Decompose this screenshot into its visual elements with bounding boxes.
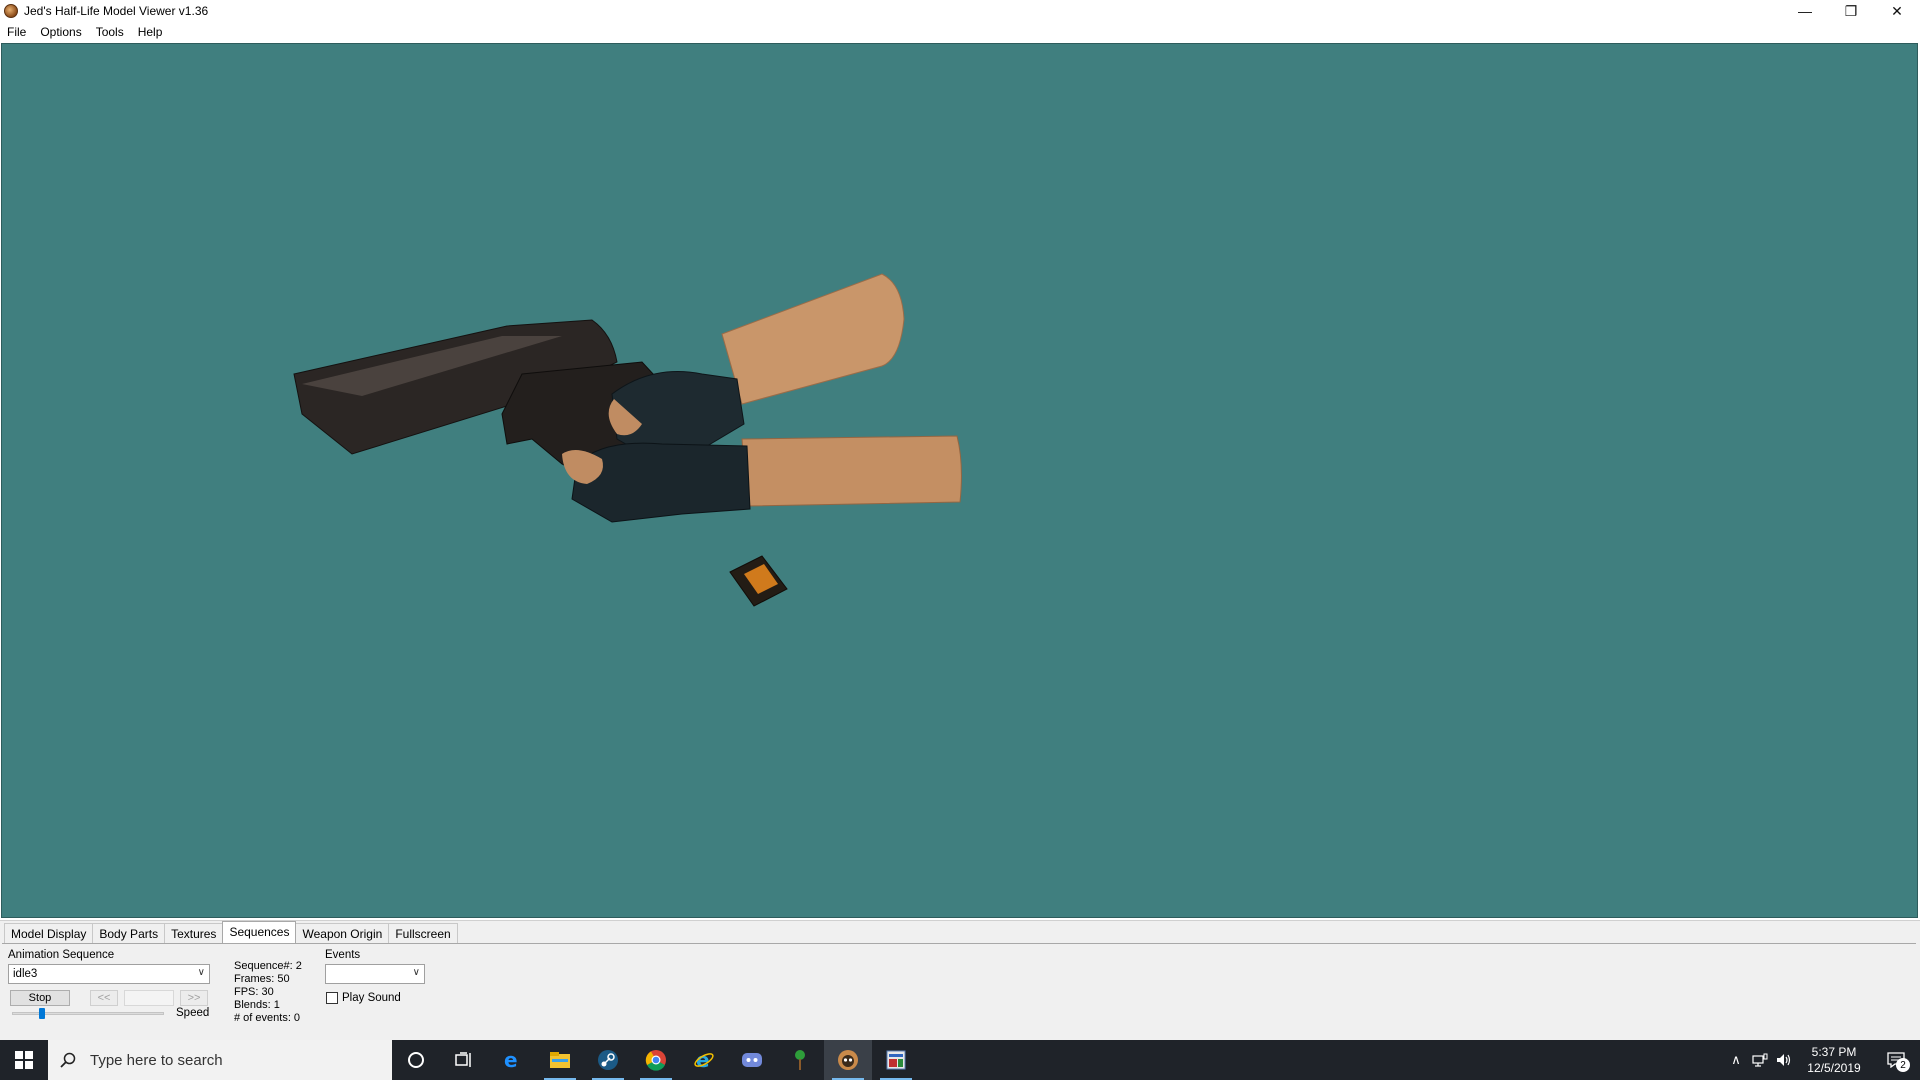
- control-panel: Model Display Body Parts Textures Sequen…: [0, 920, 1920, 1040]
- fps-text: FPS: 30: [234, 986, 274, 998]
- model-render: [293, 273, 962, 607]
- tab-weapon-origin[interactable]: Weapon Origin: [295, 923, 390, 943]
- stop-button[interactable]: Stop: [10, 990, 70, 1006]
- tab-model-display[interactable]: Model Display: [4, 923, 94, 943]
- taskbar-clock[interactable]: 5:37 PM 12/5/2019: [1796, 1044, 1872, 1076]
- menu-tools[interactable]: Tools: [89, 25, 131, 39]
- lower-forearm: [741, 435, 962, 507]
- frames-text: Frames: 50: [234, 973, 290, 985]
- internet-explorer-icon[interactable]: e: [680, 1040, 728, 1080]
- volume-icon[interactable]: [1772, 1040, 1796, 1080]
- windows-logo-icon: [15, 1051, 33, 1069]
- chevron-down-icon: ∨: [197, 967, 205, 978]
- restore-button[interactable]: ❐: [1828, 0, 1874, 22]
- svg-text:e: e: [504, 1049, 518, 1071]
- tree-app-icon[interactable]: [776, 1040, 824, 1080]
- chevron-down-icon: ∨: [412, 967, 420, 978]
- menu-help[interactable]: Help: [131, 25, 170, 39]
- tab-fullscreen[interactable]: Fullscreen: [388, 923, 458, 943]
- upper-forearm: [721, 273, 905, 405]
- hlmv-icon[interactable]: [824, 1040, 872, 1080]
- app-window: Jed's Half-Life Model Viewer v1.36 — ❐ ✕…: [0, 0, 1920, 1040]
- search-icon: [60, 1052, 76, 1068]
- events-label: Events: [325, 949, 361, 961]
- start-button[interactable]: [0, 1040, 48, 1080]
- discord-icon[interactable]: [728, 1040, 776, 1080]
- events-count-text: # of events: 0: [234, 1012, 301, 1024]
- frame-field[interactable]: [124, 990, 174, 1006]
- control-panel-icon[interactable]: [872, 1040, 920, 1080]
- ammo-pickup: [729, 555, 788, 607]
- blends-text: Blends: 1: [234, 999, 280, 1011]
- next-frame-button[interactable]: >>: [180, 990, 208, 1006]
- speed-slider-thumb[interactable]: [39, 1008, 46, 1019]
- lower-glove: [571, 442, 751, 523]
- model-viewport[interactable]: [1, 43, 1918, 918]
- taskbar-search[interactable]: Type here to search: [48, 1040, 392, 1080]
- tab-strip: Model Display Body Parts Textures Sequen…: [4, 921, 458, 943]
- play-sound-checkbox[interactable]: [326, 992, 338, 1004]
- search-placeholder: Type here to search: [90, 1051, 223, 1069]
- previous-frame-button[interactable]: <<: [90, 990, 118, 1006]
- edge-icon[interactable]: e: [488, 1040, 536, 1080]
- events-select[interactable]: ∨: [325, 964, 425, 984]
- menu-file[interactable]: File: [0, 25, 33, 39]
- task-view-icon[interactable]: [440, 1040, 488, 1080]
- clock-time: 5:37 PM: [1811, 1045, 1857, 1059]
- window-title: Jed's Half-Life Model Viewer v1.36: [24, 4, 209, 18]
- chevron-up-icon[interactable]: ∧: [1724, 1040, 1748, 1080]
- clock-date: 12/5/2019: [1807, 1061, 1861, 1075]
- window-controls: — ❐ ✕: [1782, 0, 1920, 22]
- sequence-number-text: Sequence#: 2: [234, 960, 302, 972]
- cortana-icon[interactable]: [392, 1040, 440, 1080]
- menu-bar: File Options Tools Help: [0, 22, 1920, 42]
- tab-body-parts[interactable]: Body Parts: [92, 923, 166, 943]
- network-icon[interactable]: [1748, 1040, 1772, 1080]
- menu-options[interactable]: Options: [33, 25, 88, 39]
- tab-sequences[interactable]: Sequences: [222, 921, 297, 943]
- minimize-button[interactable]: —: [1782, 0, 1828, 22]
- speed-label: Speed: [176, 1007, 210, 1019]
- play-sound-label: Play Sound: [342, 992, 401, 1004]
- steam-icon[interactable]: [584, 1040, 632, 1080]
- speed-slider-track[interactable]: [12, 1012, 164, 1015]
- animation-sequence-label: Animation Sequence: [8, 949, 115, 961]
- animation-sequence-select[interactable]: idle3 ∨: [8, 964, 210, 984]
- system-tray: ∧ 5:37 PM 12/5/2019 2: [1724, 1040, 1920, 1080]
- action-center-button[interactable]: 2: [1872, 1040, 1920, 1080]
- file-explorer-icon[interactable]: [536, 1040, 584, 1080]
- close-button[interactable]: ✕: [1874, 0, 1920, 22]
- tab-textures[interactable]: Textures: [164, 923, 224, 943]
- animation-sequence-value: idle3: [13, 968, 38, 980]
- sequences-tab-body: Animation Sequence idle3 ∨ Stop << >> Sp…: [2, 943, 1916, 1038]
- taskbar: Type here to search e e ∧ 5:37 PM 12/5/2…: [0, 1040, 1920, 1080]
- title-bar[interactable]: Jed's Half-Life Model Viewer v1.36 — ❐ ✕: [0, 0, 1920, 22]
- app-icon: [4, 4, 18, 18]
- chrome-icon[interactable]: [632, 1040, 680, 1080]
- notification-count-badge: 2: [1896, 1058, 1910, 1072]
